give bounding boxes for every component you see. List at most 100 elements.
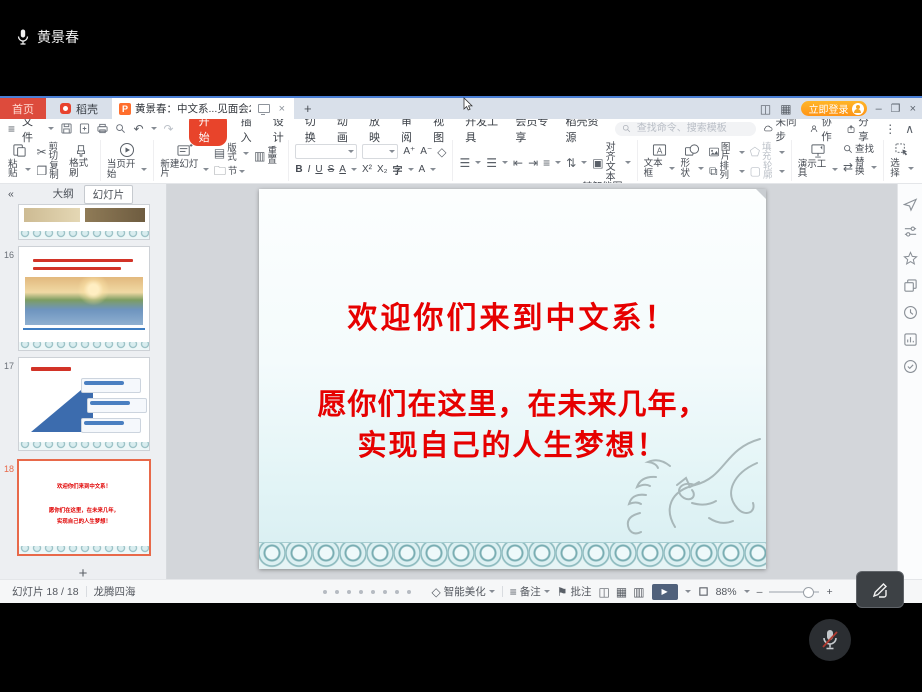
superscript-button[interactable]: X²: [362, 164, 372, 175]
split-view-icon[interactable]: ◫: [760, 103, 771, 115]
shapes-button[interactable]: 形状: [680, 143, 704, 178]
underline-button[interactable]: U: [315, 164, 322, 175]
text-direction-icon[interactable]: ⇅: [566, 157, 576, 169]
slide-thumbnail-15-partial[interactable]: [18, 204, 150, 240]
slide-sorter-icon[interactable]: ▦: [616, 585, 627, 599]
section-button[interactable]: 🗀节: [214, 165, 249, 177]
strikethrough-button[interactable]: S: [328, 164, 335, 175]
play-slideshow-button[interactable]: ▶: [652, 584, 678, 600]
reading-view-icon[interactable]: ▥: [633, 585, 644, 599]
slide-thumbnail-18-selected[interactable]: 欢迎你们来到中文系！ 愿你们在这里，在未来几年， 实现自己的人生梦想！: [17, 459, 151, 556]
quick-tools-icon[interactable]: [903, 197, 918, 212]
smart-beautify-button[interactable]: ◇ 智能美化: [432, 584, 495, 599]
close-window-button[interactable]: ×: [910, 103, 916, 115]
bullet-list-icon[interactable]: ☰: [459, 157, 470, 169]
cut-button[interactable]: ✂剪切: [36, 143, 64, 162]
slide-dot-navigation[interactable]: [323, 590, 411, 594]
reset-button[interactable]: ▥重置: [254, 147, 282, 166]
mute-microphone-button[interactable]: [809, 619, 851, 661]
outline-tab[interactable]: 大纲: [45, 185, 82, 204]
subscript-button[interactable]: X₂: [377, 164, 388, 175]
highlight-button[interactable]: A: [419, 164, 426, 175]
align-text-button[interactable]: ▣对齐文本: [592, 143, 630, 183]
zoom-level[interactable]: 88%: [716, 586, 737, 598]
font-size-select[interactable]: [362, 144, 398, 159]
find-button[interactable]: 查找: [843, 144, 877, 154]
slide-title-text[interactable]: 欢迎你们来到中文系！: [259, 293, 766, 337]
undo-icon[interactable]: ↶: [133, 123, 143, 135]
font-color-button[interactable]: A: [339, 164, 346, 175]
paste-button[interactable]: 粘贴: [8, 143, 31, 179]
numbered-list-icon[interactable]: ☰: [486, 157, 497, 169]
annotation-tool-button[interactable]: [856, 571, 904, 608]
comments-button[interactable]: ⚑批注: [557, 584, 592, 599]
properties-icon[interactable]: [903, 224, 918, 239]
outline-button[interactable]: ▢轮廓: [750, 162, 785, 181]
line-spacing-icon[interactable]: ≡: [543, 157, 550, 169]
search-input[interactable]: [635, 122, 749, 135]
redo-icon[interactable]: ↷: [164, 123, 174, 135]
increase-indent-icon[interactable]: ⇥: [528, 157, 538, 169]
zoom-slider[interactable]: [769, 591, 819, 593]
picture-button[interactable]: 图片: [709, 143, 745, 162]
undo-dropdown-icon[interactable]: [151, 127, 157, 130]
bold-button[interactable]: B: [295, 164, 302, 175]
theme-name[interactable]: 龙腾四海: [94, 584, 136, 599]
arrange-button[interactable]: ⧉排列: [709, 162, 745, 181]
layout-button[interactable]: ▤版式: [214, 144, 249, 163]
close-tab-icon[interactable]: ×: [277, 103, 287, 115]
decrease-indent-icon[interactable]: ⇤: [513, 157, 523, 169]
badge-icon[interactable]: [903, 359, 918, 374]
play-from-current-button[interactable]: 当页开始: [107, 142, 148, 179]
layers-icon[interactable]: [903, 278, 918, 293]
docer-tab[interactable]: 稻壳: [46, 98, 112, 119]
effects-icon[interactable]: [903, 251, 918, 266]
slide-thumbnail-16[interactable]: [18, 246, 150, 351]
format-painter-button[interactable]: 格式刷: [69, 143, 94, 178]
slide-canvas[interactable]: 欢迎你们来到中文系！ 愿你们在这里，在未来几年， 实现自己的人生梦想！: [167, 184, 897, 579]
slide-body-text-line1[interactable]: 愿你们在这里，在未来几年，: [259, 381, 766, 423]
collapse-ribbon-icon[interactable]: ∧: [905, 123, 914, 135]
zoom-in-button[interactable]: +: [826, 586, 832, 598]
document-tab-active[interactable]: P 黄景春：中文系...见面会2022 ×: [112, 98, 294, 119]
notes-button[interactable]: ≡备注: [510, 584, 550, 599]
hamburger-icon[interactable]: ≡: [8, 123, 15, 135]
increase-font-button[interactable]: A⁺: [403, 146, 415, 157]
history-icon[interactable]: [903, 305, 918, 320]
clear-format-icon[interactable]: ◇: [437, 146, 446, 158]
save-icon[interactable]: [61, 123, 72, 134]
replace-button[interactable]: ⇄替换: [843, 158, 877, 177]
tab-grid-icon[interactable]: ▦: [780, 103, 791, 115]
home-tab[interactable]: 首页: [0, 98, 46, 119]
print-preview-icon[interactable]: [115, 123, 126, 134]
normal-view-icon[interactable]: ◫: [599, 585, 610, 599]
command-search[interactable]: [615, 122, 756, 136]
print-icon[interactable]: [97, 123, 108, 134]
char-tools-button[interactable]: 字: [393, 162, 403, 177]
collapse-panel-button[interactable]: «: [8, 188, 14, 200]
export-pdf-icon[interactable]: [79, 123, 90, 134]
new-tab-button[interactable]: +: [294, 98, 322, 119]
chart-helper-icon[interactable]: [903, 332, 918, 347]
slide-thumbnail-17[interactable]: [18, 357, 150, 451]
cast-icon[interactable]: [258, 104, 270, 113]
slides-tab[interactable]: 幻灯片: [84, 185, 134, 204]
decrease-font-button[interactable]: A⁻: [420, 146, 432, 157]
minimize-button[interactable]: –: [876, 103, 882, 115]
fill-button[interactable]: ⬠填充: [750, 143, 785, 162]
font-family-select[interactable]: [295, 144, 357, 159]
play-options-icon[interactable]: [685, 590, 691, 593]
new-slide-button[interactable]: 新建幻灯片: [160, 143, 208, 179]
select-button[interactable]: 选择: [890, 143, 914, 178]
current-slide[interactable]: 欢迎你们来到中文系！ 愿你们在这里，在未来几年， 实现自己的人生梦想！: [259, 189, 766, 569]
italic-button[interactable]: I: [308, 164, 311, 175]
zoom-slider-knob[interactable]: [803, 587, 814, 598]
text-box-button[interactable]: A 文本框: [644, 143, 676, 178]
kebab-menu-icon[interactable]: ⋮: [884, 123, 896, 135]
login-button[interactable]: 立即登录: [801, 101, 867, 116]
copy-button[interactable]: ❐复制: [36, 162, 64, 181]
fit-slide-icon[interactable]: [698, 586, 709, 597]
zoom-out-button[interactable]: –: [757, 586, 763, 598]
restore-button[interactable]: ❐: [891, 102, 901, 115]
presentation-tools-button[interactable]: 演示工具: [798, 143, 838, 179]
